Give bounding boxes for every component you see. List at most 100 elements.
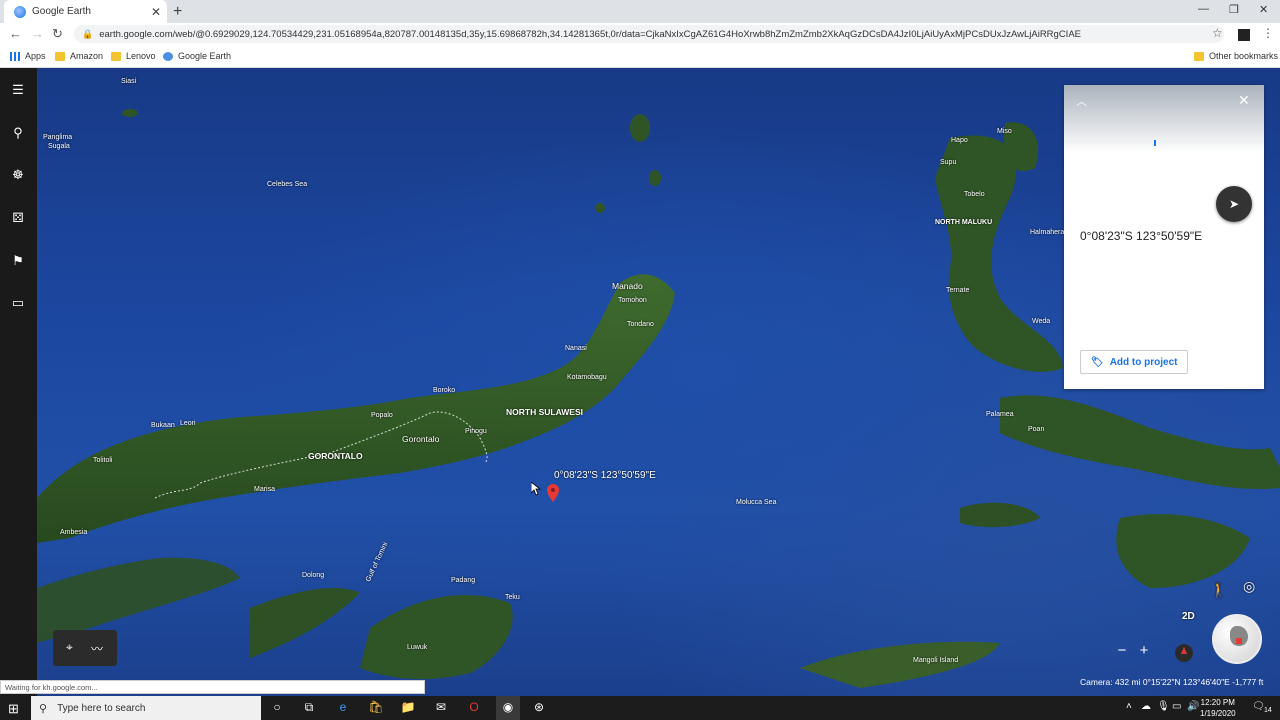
url-bar[interactable]: 🔒 earth.google.com/web/@0.6929029,124.70… [74, 25, 1224, 43]
place-label: Kotamobagu [567, 374, 607, 381]
place-label: Mangoli Island [913, 657, 959, 664]
taskbar-clock[interactable]: 12:20 PM 1/19/2020 [1200, 697, 1236, 719]
globe-minimap[interactable] [1212, 614, 1262, 664]
bookmark-star-icon[interactable]: ☆ [1212, 26, 1223, 40]
window-close-icon[interactable]: ✕ [1259, 3, 1268, 16]
minimize-icon[interactable]: — [1198, 3, 1209, 15]
chrome-icon[interactable]: ◉ [496, 696, 520, 720]
battery-icon[interactable]: ▭ [1172, 701, 1181, 712]
app-icon[interactable]: ⊛ [530, 700, 548, 716]
zoom-out-button[interactable]: − [1112, 642, 1132, 662]
map-tools-panel: ⌖ 〰 [53, 630, 117, 666]
bookmark-apps[interactable]: Apps [10, 51, 46, 61]
place-label: Tomohon [618, 297, 647, 304]
bookmark-lenovo[interactable]: Lenovo [111, 51, 156, 61]
path-icon[interactable]: 〰 [91, 640, 103, 657]
pegman-icon[interactable]: 🚶 [1210, 582, 1227, 599]
place-label: Luwuk [407, 644, 428, 651]
search-icon[interactable]: ⚲ [9, 124, 27, 142]
place-label: Gorontalo [402, 434, 440, 444]
menu-icon[interactable]: ☰ [9, 81, 27, 99]
bookmark-google-earth[interactable]: Google Earth [163, 51, 231, 61]
add-to-project-button[interactable]: 🏷 Add to project [1080, 350, 1188, 374]
place-label: NORTH SULAWESI [506, 407, 583, 417]
compass-icon[interactable] [1175, 644, 1193, 662]
place-label: Celebes Sea [267, 181, 308, 188]
browser-tab[interactable]: Google Earth ✕ [4, 0, 167, 23]
location-info-card: ︿ ✕ ➤ 0°08'23"S 123°50'59"E 🏷 Add to pro… [1064, 85, 1264, 389]
place-label: Bukaan [151, 422, 175, 429]
place-label: Supu [940, 159, 957, 166]
card-header [1064, 85, 1264, 153]
bookmarks-bar: Apps Amazon Lenovo Google Earth Other bo… [0, 45, 1280, 68]
clock-date: 1/19/2020 [1200, 709, 1236, 718]
google-earth-icon [163, 51, 173, 61]
tab-title: Google Earth [32, 6, 91, 17]
notification-count: 14 [1264, 707, 1272, 714]
collapse-icon[interactable]: ︿ [1076, 93, 1087, 109]
mic-icon[interactable]: 🎙 [1157, 701, 1170, 712]
mouse-cursor-icon [531, 482, 541, 496]
apps-grid-icon [10, 51, 20, 61]
my-location-icon[interactable]: ◎ [1243, 578, 1255, 595]
feeling-lucky-icon[interactable]: ⚄ [9, 209, 27, 227]
folder-icon [111, 51, 121, 61]
edge-icon[interactable]: e [334, 700, 352, 716]
place-label: Teku [505, 594, 520, 601]
pin-coordinate-label: 0°08'23"S 123°50'59"E [554, 470, 656, 481]
tray-chevron-icon[interactable]: ˄ [1126, 701, 1132, 712]
reload-icon[interactable]: ↻ [52, 26, 63, 42]
other-bookmarks[interactable]: Other bookmarks [1194, 51, 1278, 61]
zoom-in-button[interactable]: + [1134, 642, 1154, 662]
globe-view-marker [1236, 638, 1242, 644]
place-label: Weda [1032, 318, 1051, 325]
new-tab-icon[interactable]: + [173, 3, 182, 21]
search-icon: ⚲ [39, 702, 48, 715]
share-button[interactable]: ➤ [1216, 186, 1252, 222]
place-label: Halmahera [1030, 229, 1065, 236]
browser-tab-strip: Google Earth ✕ + — ❐ ✕ [0, 0, 1280, 23]
location-pin-icon[interactable] [547, 484, 559, 502]
place-label: Manado [612, 281, 643, 291]
windows-start-icon[interactable]: ⊞ [8, 701, 19, 717]
clock-time: 12:20 PM [1200, 698, 1235, 707]
bookmark-amazon[interactable]: Amazon [55, 51, 103, 61]
voyager-icon[interactable]: ☸ [9, 166, 27, 184]
placemark-icon[interactable]: ⌖ [66, 640, 73, 655]
place-label: Pinogu [465, 428, 487, 435]
tab-close-icon[interactable]: ✕ [151, 5, 161, 19]
forward-icon[interactable]: → [31, 26, 44, 41]
place-label: Ambesia [60, 529, 88, 536]
back-icon[interactable]: ← [9, 26, 22, 41]
place-label: Nanasi [565, 345, 587, 352]
restore-icon[interactable]: ❐ [1229, 3, 1239, 16]
view-2d-toggle[interactable]: 2D [1182, 611, 1195, 622]
close-card-icon[interactable]: ✕ [1238, 92, 1250, 109]
folder-icon [55, 51, 65, 61]
store-icon[interactable]: 🛍 [367, 700, 385, 716]
bookmark-add-icon: 🏷 [1091, 356, 1104, 368]
send-icon: ➤ [1228, 197, 1240, 211]
place-label: Poan [1028, 426, 1045, 433]
place-label: Tolitoli [93, 457, 113, 464]
notification-icon[interactable]: 🗨 [1252, 701, 1265, 712]
place-label: Hapo [951, 137, 968, 144]
browser-status-bar: Waiting for kh.google.com... [0, 680, 425, 694]
camera-attribution: Camera: 432 mi 0°15'22"N 123°46'40"E -1,… [1080, 677, 1264, 687]
opera-icon[interactable]: O [465, 700, 483, 716]
file-explorer-icon[interactable]: 📁 [399, 700, 417, 716]
browser-menu-icon[interactable]: ⋮ [1262, 26, 1274, 40]
taskbar-search[interactable]: ⚲ Type here to search [31, 696, 261, 720]
projects-icon[interactable]: ⚑ [9, 252, 27, 270]
place-label: Ternate [946, 287, 970, 294]
onedrive-icon[interactable]: ☁ [1141, 701, 1151, 712]
task-view-icon[interactable]: ⧉ [300, 700, 318, 716]
measure-icon[interactable]: ▭ [9, 294, 27, 312]
address-toolbar: ← → ↻ 🔒 earth.google.com/web/@0.6929029,… [0, 23, 1280, 45]
mail-icon[interactable]: ✉ [432, 700, 450, 716]
volume-icon[interactable]: 🔊 [1187, 701, 1199, 712]
cortana-icon[interactable]: ○ [268, 700, 286, 716]
url-text: earth.google.com/web/@0.6929029,124.7053… [99, 28, 1081, 40]
place-label: Leori [180, 420, 196, 427]
extension-icon[interactable] [1238, 29, 1250, 41]
